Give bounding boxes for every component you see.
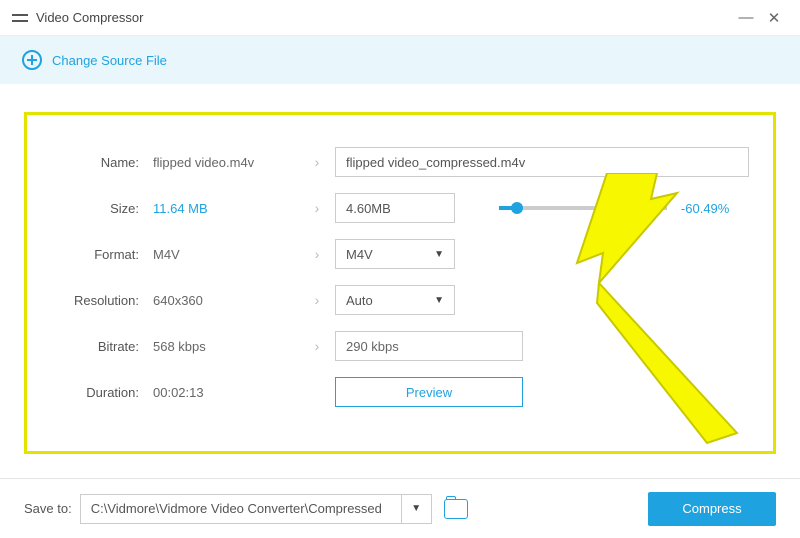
toolbar: Change Source File — [0, 36, 800, 84]
row-name: Name: flipped video.m4v › — [49, 139, 751, 185]
original-size: 11.64 MB — [139, 201, 299, 216]
resolution-select-value: Auto — [346, 293, 373, 308]
row-size: Size: 11.64 MB › ▲▼ -60.49% — [49, 185, 751, 231]
original-format: M4V — [139, 247, 299, 262]
save-to-label: Save to: — [24, 501, 72, 516]
footer: Save to: C:\Vidmore\Vidmore Video Conver… — [0, 478, 800, 538]
row-resolution: Resolution: 640x360 › Auto ▼ — [49, 277, 751, 323]
original-bitrate: 568 kbps — [139, 339, 299, 354]
change-source-link[interactable]: Change Source File — [52, 53, 167, 68]
label-name: Name: — [49, 155, 139, 170]
original-resolution: 640x360 — [139, 293, 299, 308]
output-size-input[interactable] — [335, 193, 455, 223]
label-bitrate: Bitrate: — [49, 339, 139, 354]
caret-down-icon: ▼ — [434, 249, 444, 260]
plus-icon[interactable] — [22, 50, 42, 70]
original-name: flipped video.m4v — [139, 155, 299, 170]
open-folder-button[interactable] — [444, 499, 468, 519]
label-duration: Duration: — [49, 385, 139, 400]
chevron-right-icon: › — [299, 200, 335, 216]
size-percent: -60.49% — [681, 201, 729, 216]
path-dropdown[interactable]: ▼ — [401, 494, 431, 524]
resolution-select[interactable]: Auto ▼ — [335, 285, 455, 315]
format-select[interactable]: M4V ▼ — [335, 239, 455, 269]
row-bitrate: Bitrate: 568 kbps › — [49, 323, 751, 369]
original-duration: 00:02:13 — [139, 385, 299, 400]
save-path-box: C:\Vidmore\Vidmore Video Converter\Compr… — [80, 494, 432, 524]
main-panel: Name: flipped video.m4v › Size: 11.64 MB… — [24, 112, 776, 454]
row-format: Format: M4V › M4V ▼ — [49, 231, 751, 277]
app-title: Video Compressor — [36, 10, 732, 25]
chevron-right-icon: › — [299, 154, 335, 170]
slider-thumb[interactable] — [511, 202, 523, 214]
chevron-right-icon: › — [299, 292, 335, 308]
label-size: Size: — [49, 201, 139, 216]
app-icon — [12, 10, 28, 26]
preview-button[interactable]: Preview — [335, 377, 523, 407]
caret-down-icon: ▼ — [434, 295, 444, 306]
label-resolution: Resolution: — [49, 293, 139, 308]
row-duration: Duration: 00:02:13 › Preview — [49, 369, 751, 415]
titlebar: Video Compressor — ✕ — [0, 0, 800, 36]
label-format: Format: — [49, 247, 139, 262]
close-button[interactable]: ✕ — [760, 4, 788, 32]
bitrate-input[interactable] — [335, 331, 523, 361]
output-name-input[interactable] — [335, 147, 749, 177]
chevron-right-icon: › — [299, 338, 335, 354]
save-path: C:\Vidmore\Vidmore Video Converter\Compr… — [81, 501, 401, 516]
compress-button[interactable]: Compress — [648, 492, 776, 526]
minimize-button[interactable]: — — [732, 4, 760, 32]
size-slider[interactable] — [499, 206, 667, 210]
chevron-right-icon: › — [299, 246, 335, 262]
format-select-value: M4V — [346, 247, 373, 262]
